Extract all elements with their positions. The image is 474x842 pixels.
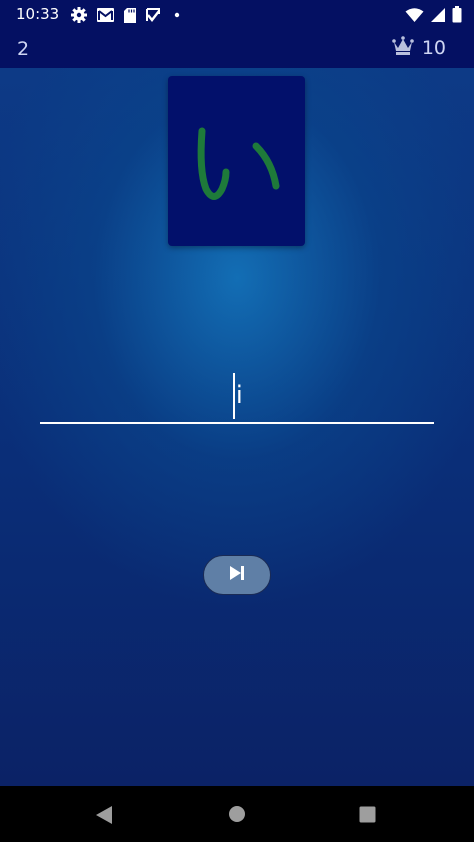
kana-character — [197, 127, 280, 200]
status-icons — [70, 6, 185, 24]
skip-next-icon — [228, 564, 246, 586]
answer-input[interactable]: i — [40, 373, 434, 425]
home-icon[interactable] — [228, 805, 246, 827]
navigation-bar — [0, 786, 474, 842]
status-time: 10:33 — [16, 5, 60, 23]
text-cursor — [233, 373, 235, 419]
answer-text: i — [236, 381, 243, 409]
app-header: 2 10 — [0, 30, 474, 68]
best-score-value: 10 — [421, 37, 446, 59]
wifi-icon — [405, 7, 424, 23]
app-notification-icon — [145, 7, 161, 23]
battery-icon — [452, 6, 462, 23]
skip-button[interactable] — [203, 555, 271, 595]
dot-icon — [169, 7, 185, 23]
answer-underline — [40, 422, 434, 424]
recents-icon[interactable] — [359, 806, 376, 827]
quiz-area: i — [0, 68, 474, 786]
status-bar: 10:33 — [0, 0, 474, 30]
current-score: 2 — [17, 38, 30, 60]
crown-icon — [392, 36, 414, 60]
signal-icon — [430, 7, 446, 23]
gmail-icon — [96, 7, 115, 23]
sd-card-icon — [123, 7, 137, 24]
settings-icon — [70, 6, 88, 24]
back-icon[interactable] — [95, 805, 113, 829]
kana-card — [168, 76, 305, 246]
status-right-icons — [405, 6, 462, 23]
best-score: 10 — [392, 36, 446, 60]
